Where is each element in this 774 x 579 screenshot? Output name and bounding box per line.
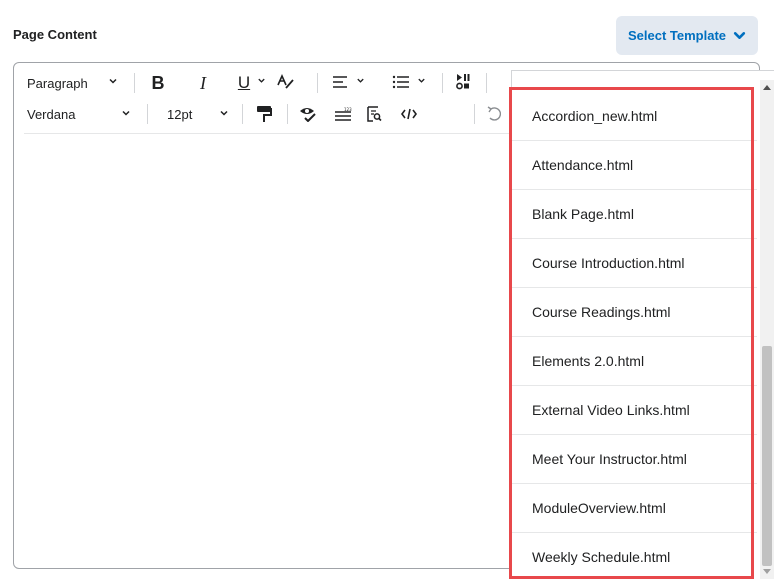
template-item-external-video-links[interactable]: External Video Links.html	[512, 386, 757, 435]
underline-icon[interactable]: U	[234, 71, 254, 95]
template-item-course-readings[interactable]: Course Readings.html	[512, 288, 757, 337]
bold-icon[interactable]: B	[149, 71, 167, 95]
toolbar-divider	[147, 104, 148, 124]
format-block-select[interactable]: Paragraph	[27, 73, 88, 93]
toolbar-divider	[474, 104, 475, 124]
source-code-icon[interactable]	[401, 108, 417, 120]
font-family-label: Verdana	[27, 106, 76, 122]
chevron-down-icon	[257, 76, 266, 85]
template-item-meet-your-instructor[interactable]: Meet Your Instructor.html	[512, 435, 757, 484]
toolbar-bottom-border	[24, 133, 514, 134]
font-size-select[interactable]: 12pt	[167, 104, 192, 124]
chevron-down-icon	[108, 76, 118, 86]
template-item-attendance[interactable]: Attendance.html	[512, 141, 757, 190]
select-template-button[interactable]: Select Template	[616, 16, 758, 55]
toolbar-divider	[442, 73, 443, 93]
svg-text:123: 123	[344, 107, 352, 112]
chevron-down-icon	[219, 108, 229, 118]
template-list: Accordion_new.html Attendance.html Blank…	[512, 92, 757, 579]
template-item-weekly-schedule[interactable]: Weekly Schedule.html	[512, 533, 757, 579]
chevron-down-icon	[733, 32, 746, 39]
word-count-icon[interactable]: 123	[334, 107, 352, 121]
template-item-elements[interactable]: Elements 2.0.html	[512, 337, 757, 386]
italic-icon[interactable]: I	[194, 71, 212, 95]
template-item-module-overview[interactable]: ModuleOverview.html	[512, 484, 757, 533]
scroll-down-arrow-icon[interactable]	[762, 567, 772, 577]
text-color-icon[interactable]	[277, 74, 295, 90]
toolbar-divider	[134, 73, 135, 93]
toolbar-divider	[287, 104, 288, 124]
toolbar-divider	[242, 104, 243, 124]
align-icon[interactable]	[332, 75, 348, 89]
dropdown-scrollbar[interactable]	[760, 80, 774, 579]
chevron-down-icon	[356, 76, 365, 85]
format-block-label: Paragraph	[27, 75, 88, 91]
format-painter-icon[interactable]	[256, 105, 272, 123]
insert-media-icon[interactable]	[456, 73, 470, 91]
template-item-accordion[interactable]: Accordion_new.html	[512, 92, 757, 141]
font-family-select[interactable]: Verdana	[27, 104, 75, 124]
list-icon[interactable]	[392, 75, 410, 89]
scroll-up-arrow-icon[interactable]	[762, 82, 772, 92]
select-template-label: Select Template	[627, 28, 727, 43]
chevron-down-icon	[417, 76, 426, 85]
page-title: Page Content	[13, 27, 97, 42]
template-dropdown[interactable]: Accordion_new.html Attendance.html Blank…	[511, 70, 774, 579]
toolbar-divider	[317, 73, 318, 93]
toolbar-divider	[486, 73, 487, 93]
template-item-blank-page[interactable]: Blank Page.html	[512, 190, 757, 239]
template-item-course-introduction[interactable]: Course Introduction.html	[512, 239, 757, 288]
undo-icon[interactable]	[487, 106, 501, 122]
chevron-down-icon	[121, 108, 131, 118]
preview-icon[interactable]	[366, 106, 382, 122]
scrollbar-thumb[interactable]	[762, 346, 772, 566]
font-size-label: 12pt	[167, 106, 193, 122]
accessibility-icon[interactable]	[299, 106, 317, 122]
